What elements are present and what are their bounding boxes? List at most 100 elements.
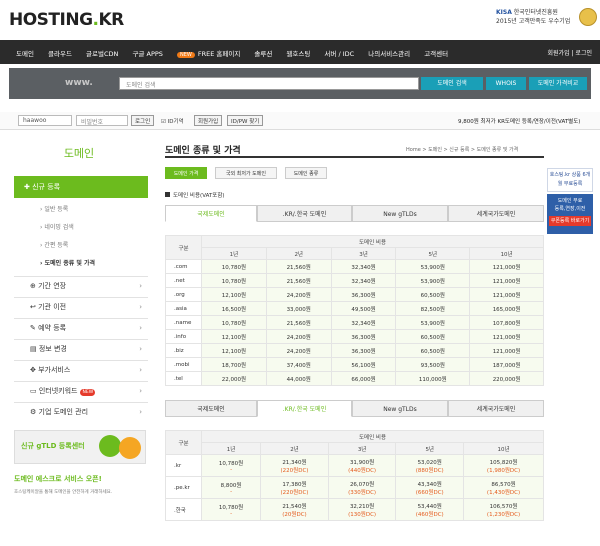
price-value: 53,440원 — [417, 503, 442, 510]
price-cell: 43,340원 (660원DC) — [395, 476, 465, 499]
sidebar-item-new-registration[interactable]: ✚ 신규 등록 — [14, 176, 148, 198]
tab-new-gtld[interactable]: New gTLDs — [352, 205, 448, 222]
tab-overseas-lowest[interactable]: 국외 최저가 도메인 — [215, 167, 277, 179]
table-row: .kr 10,780원 -21,340원 (220원DC) 31,900원 (440원DC… — [165, 454, 544, 477]
price-value: 10,780원 — [218, 460, 244, 467]
nav-item-domain[interactable]: 도메인 — [16, 50, 34, 58]
sidebar-item-reserve[interactable]: ✎ 예약 등록 › — [14, 318, 148, 336]
sidebar-item-keyword[interactable]: ▭ 인터넷키워드 NEW › — [14, 381, 148, 399]
join-button[interactable]: 회원가입 — [194, 115, 223, 126]
tab-kr[interactable]: .KR/.한국 도메인 — [257, 400, 352, 417]
price-cell: 33,000원 — [265, 301, 332, 316]
section-label: 도메인 비용(VAT포함) — [165, 191, 225, 199]
price-cell: 8,800원 - — [200, 476, 262, 499]
nav-item-server-idc[interactable]: 서버 / IDC — [324, 50, 354, 58]
price-cell: 105,820원 (1,980원DC) — [463, 454, 544, 477]
subitem-general-registration[interactable]: › 일반 등록 — [40, 204, 68, 213]
price-cell: 44,000원 — [265, 371, 332, 386]
save-id-checkbox[interactable]: ☑ ID기억 — [161, 117, 184, 125]
find-id-pw-button[interactable]: ID/PW 찾기 — [227, 115, 264, 126]
nav-item-solution[interactable]: 솔루션 — [254, 50, 272, 58]
login-button[interactable]: 로그인 — [131, 115, 155, 126]
nav-item-my-service[interactable]: 나의서비스관리 — [368, 50, 410, 58]
subitem-naming-search[interactable]: › 네이밍 검색 — [40, 222, 74, 231]
domain-search-input[interactable]: 도메인 검색 — [119, 77, 419, 90]
subitem-quick-registration[interactable]: › 간편 등록 — [40, 240, 68, 249]
tab-domain-price[interactable]: 도메인 가격 — [165, 167, 207, 179]
new-badge: NEW — [177, 50, 198, 58]
domain-search-button[interactable]: 도메인 검색 — [421, 77, 483, 90]
password-field[interactable]: 비밀번호 — [76, 115, 128, 126]
tab-domain-types[interactable]: 도메인 종류 — [285, 167, 327, 179]
nav-item-google-apps[interactable]: 구글 APPS — [132, 50, 162, 58]
chevron-right-icon: › — [139, 387, 142, 395]
price-value: 53,020원 — [417, 459, 442, 466]
page-title: 도메인 종류 및 가격 — [165, 146, 241, 156]
price-cell: 32,340원 — [330, 259, 397, 274]
nav-item-cdn[interactable]: 글로벌CDN — [86, 50, 118, 58]
gtld-banner-text: 신규 gTLD 등록센터 — [21, 442, 85, 450]
tab-country[interactable]: 세계국가도메인 — [448, 205, 544, 222]
price-cell: 10,780원 - — [200, 498, 262, 521]
domain-ext: .com — [165, 259, 202, 274]
escrow-title: 도메인 에스크로 서비스 오픈! — [14, 475, 102, 483]
tab-new-gtld[interactable]: New gTLDs — [352, 400, 448, 417]
intl-price-table: 구분 도메인 비용 1년 2년 3년 5년 10년 .com 10,780원 21,560원 3… — [165, 235, 544, 386]
price-cell: 31,900원 (440원DC) — [327, 454, 397, 477]
price-cell: 60,500원 — [395, 329, 471, 344]
price-cell: 21,540원 (20원DC) — [260, 498, 329, 521]
user-id-field[interactable]: haawoo — [18, 115, 72, 126]
price-cell: 22,000원 — [201, 371, 267, 386]
table-row: .biz 12,100원 24,200원 36,300원 60,500원 121,000원 — [165, 343, 544, 358]
table-row: .pe.kr 8,800원 -17,380원 (220원DC) 26,070원 (330원… — [165, 476, 544, 499]
new-badge: NEW — [80, 389, 96, 396]
discount-value: (1,980원DC) — [486, 467, 521, 474]
table-row: .tel 22,000원 44,000원 66,000원 110,000원 220,000… — [165, 371, 544, 386]
tab-intl[interactable]: 국제도메인 — [165, 205, 257, 222]
period-header: 5년 — [395, 442, 465, 455]
escrow-sub: 호스팅케이알을 통해 도메인을 안전하게 거래하세요. — [14, 490, 113, 495]
price-value: 86,570원 — [491, 481, 516, 488]
sidebar-item-addon[interactable]: ✥ 부가서비스 › — [14, 360, 148, 378]
nav-item-webhosting[interactable]: 웹호스팅 — [286, 50, 310, 58]
subitem-domain-types-prices[interactable]: › 도메인 종류 및 가격 — [40, 258, 95, 267]
price-cell: 56,100원 — [330, 357, 397, 372]
domain-ext: .net — [165, 273, 202, 288]
sidebar-item-enterprise[interactable]: ⚙ 기업 도메인 관리 › — [14, 402, 148, 420]
main-nav: 도메인 클라우드 글로벌CDN 구글 APPS NEW FREE 홈페이지 솔루션… — [0, 40, 600, 64]
tab-country[interactable]: 세계국가도메인 — [448, 400, 544, 417]
whois-button[interactable]: WHOIS — [486, 77, 526, 90]
price-cell: 220,000원 — [469, 371, 544, 386]
period-header: 2년 — [265, 247, 332, 260]
nav-item-cloud[interactable]: 클라우드 — [48, 50, 72, 58]
sidebar-item-info-change[interactable]: ▤ 정보 변경 › — [14, 339, 148, 357]
breadcrumb[interactable]: Home > 도메인 > 신규 등록 > 도메인 종류 및 가격 — [406, 146, 518, 153]
coupon-banner[interactable]: 도메인 무료 등록,연장,이전 쿠폰등록 바로가기 — [547, 194, 593, 234]
www-label: www. — [65, 78, 93, 88]
free-registration-banner[interactable]: 호스팅.kr 상품 6개월 무료등록 — [547, 168, 593, 192]
price-value: 21,340원 — [282, 459, 307, 466]
table-row: .한국 10,780원 -21,540원 (20원DC) 32,210원 (130원DC)… — [165, 498, 544, 521]
sidebar-item-transfer[interactable]: ↩ 기관 이전 › — [14, 297, 148, 315]
gtld-banner[interactable]: 신규 gTLD 등록센터 — [14, 430, 146, 464]
escrow-banner[interactable]: 도메인 에스크로 서비스 오픈! 호스팅케이알을 통해 도메인을 안전하게 거래… — [14, 474, 146, 502]
right-banners: 호스팅.kr 상품 6개월 무료등록 도메인 무료 등록,연장,이전 쿠폰등록 … — [547, 168, 593, 234]
tab-intl[interactable]: 국제도메인 — [165, 400, 257, 417]
nav-item-customer-center[interactable]: 고객센터 — [424, 50, 448, 58]
price-cell: 86,570원 (1,430원DC) — [463, 476, 544, 499]
promo-info[interactable]: 9,800원 최저가 KR도메인 등록/연장/이전(VAT별도) — [458, 117, 580, 125]
auth-links[interactable]: 회원가입 | 로그인 — [548, 48, 592, 57]
table-row: .org 12,100원 24,200원 36,300원 60,500원 121,000원 — [165, 287, 544, 302]
domain-ext: .tel — [165, 371, 202, 386]
col-label: 구분 — [165, 235, 202, 260]
price-value: 43,340원 — [417, 481, 442, 488]
table-row: .net 10,780원 21,560원 32,340원 53,900원 121,000원 — [165, 273, 544, 288]
price-cell: 60,500원 — [395, 343, 471, 358]
sidebar-item-renew[interactable]: ⊕ 기간 연장 › — [14, 276, 148, 294]
price-compare-button[interactable]: 도메인 가격비교 — [529, 77, 587, 90]
nav-item-free-homepage[interactable]: FREE 홈페이지 — [198, 50, 240, 58]
tab-kr[interactable]: .KR/.한국 도메인 — [257, 205, 352, 222]
price-cell: 53,900원 — [395, 259, 471, 274]
site-logo[interactable]: HOSTING.KR — [9, 10, 124, 30]
price-cell: 32,210원 (130원DC) — [327, 498, 397, 521]
